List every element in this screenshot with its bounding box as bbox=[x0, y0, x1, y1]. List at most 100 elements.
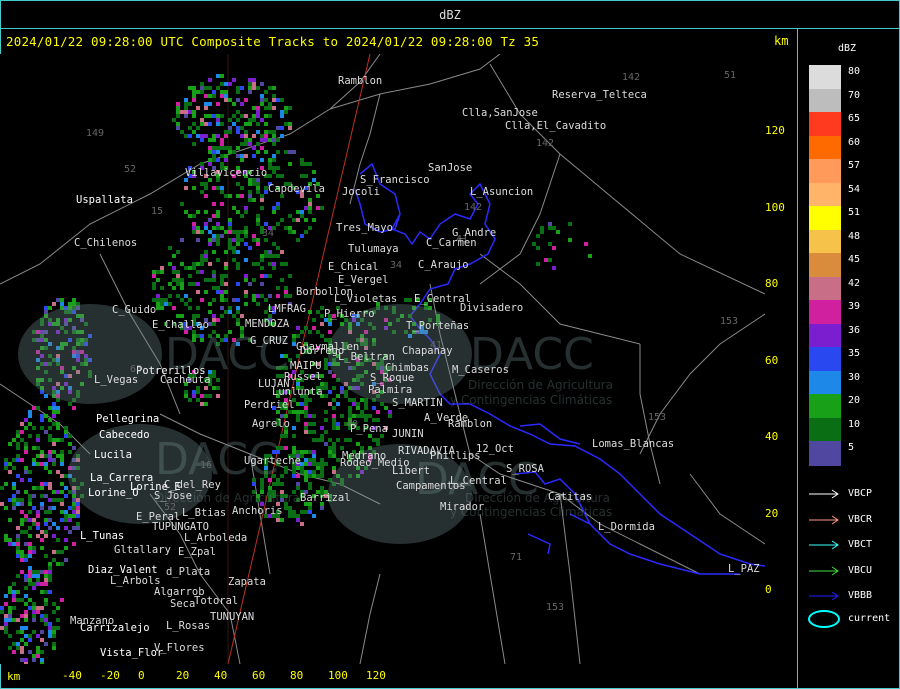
legend-value-36: 36 bbox=[848, 324, 861, 336]
x-tick-label: 0 bbox=[138, 669, 145, 682]
track-label: VBCT bbox=[848, 539, 873, 550]
x-axis: -40 -20 0 20 40 60 80 100 120 bbox=[0, 664, 797, 688]
city-label: Reserva_Telteca bbox=[552, 89, 647, 101]
watermark-line2: y Contingencias Climáticas bbox=[450, 393, 612, 407]
city-label: Phillips bbox=[430, 450, 481, 462]
city-label: Clla,SanJose bbox=[462, 107, 538, 119]
legend-value-57: 57 bbox=[848, 160, 861, 171]
x-tick-label: 120 bbox=[366, 669, 386, 682]
city-label: L_Rosas bbox=[166, 620, 210, 632]
city-label: E_Challao bbox=[152, 319, 209, 331]
city-label: Totoral bbox=[194, 595, 238, 607]
city-label: Potrerillos bbox=[136, 365, 206, 377]
city-label: L_Arboleda bbox=[184, 532, 247, 544]
city-label: C_Carmen bbox=[426, 237, 477, 249]
legend-color-70 bbox=[809, 88, 841, 114]
route-number-label: 153 bbox=[720, 316, 738, 327]
legend-color-20 bbox=[809, 394, 841, 419]
city-label: Agrelo bbox=[252, 418, 290, 430]
city-label: Russel bbox=[284, 371, 322, 383]
legend-value-5: 5 bbox=[848, 442, 855, 453]
legend-color-39 bbox=[809, 300, 841, 325]
city-label: d_Plata bbox=[166, 566, 210, 578]
city-label: Libert bbox=[392, 465, 430, 477]
city-label: G_CRUZ bbox=[250, 335, 288, 347]
city-label: M_Caseros bbox=[452, 364, 509, 376]
city-label: Mirador bbox=[440, 501, 484, 513]
city-label: Manzano bbox=[70, 615, 114, 627]
legend-value-45: 45 bbox=[848, 254, 861, 265]
track-label: VBCU bbox=[848, 564, 873, 576]
city-label: Vista_Flor bbox=[100, 647, 163, 659]
legend-panel: dBZ 80 70 65 60 57 54 51 48 45 42 39 36 35 30 20 10 5 VB… bbox=[797, 29, 900, 688]
x-tick-label: -20 bbox=[100, 669, 120, 682]
city-label: Catitas bbox=[548, 491, 592, 503]
route-number-label: 153 bbox=[546, 602, 564, 613]
city-label: Anchoris bbox=[232, 505, 283, 517]
city-label: Tulumaya bbox=[348, 243, 399, 255]
top-bar: dBZ bbox=[1, 1, 899, 29]
city-label: E_Vergel bbox=[338, 274, 389, 286]
city-label: Palmira bbox=[368, 384, 412, 396]
watermark-line1: Dirección de Agricultura bbox=[468, 378, 613, 392]
city-label: Ramblon bbox=[448, 418, 492, 430]
radar-map-svg[interactable]: DACC DACC Dirección de Agricultura y Con… bbox=[0, 54, 765, 664]
city-label: Lunlunta bbox=[272, 386, 323, 398]
legend-title: dBZ bbox=[838, 43, 857, 54]
arrow-icon bbox=[809, 489, 839, 499]
city-label: P_Pena bbox=[350, 423, 388, 435]
city-label: Gltallary bbox=[114, 544, 171, 556]
city-label: C_Araujo bbox=[418, 259, 469, 271]
route-number-label: 153 bbox=[648, 412, 666, 423]
radar-map[interactable]: DACC DACC Dirección de Agricultura y Con… bbox=[0, 54, 765, 664]
route-number-label: 142 bbox=[622, 72, 640, 83]
arrow-icon bbox=[809, 515, 839, 524]
legend-value-39: 39 bbox=[848, 301, 861, 312]
y-tick-label: 0 bbox=[765, 583, 772, 596]
city-label: MENDOZA bbox=[245, 318, 290, 330]
city-label: Lorine_O bbox=[88, 487, 139, 499]
legend-value-48: 48 bbox=[848, 230, 861, 242]
composite-title: 2024/01/22 09:28:00 UTC Composite Tracks… bbox=[6, 34, 540, 49]
city-label: Clla,El_Cavadito bbox=[505, 120, 606, 132]
legend-color-57 bbox=[809, 159, 841, 184]
track-label: VBCR bbox=[848, 513, 873, 525]
legend-color-60 bbox=[809, 135, 841, 161]
legend-value-70: 70 bbox=[848, 89, 861, 101]
city-label: S_Jose bbox=[154, 490, 192, 502]
legend-value-42: 42 bbox=[848, 277, 861, 289]
legend-color-45 bbox=[809, 253, 841, 278]
route-number-label: 52 bbox=[124, 164, 136, 175]
city-label: Perdriel bbox=[244, 399, 295, 411]
city-label: T_Porteñas bbox=[406, 320, 469, 332]
city-label: L_Btias bbox=[182, 507, 226, 519]
city-label: TUNUYAN bbox=[210, 611, 254, 623]
legend-color-35 bbox=[809, 347, 841, 372]
city-label: SanJose bbox=[428, 162, 472, 174]
city-label: Villavicencio bbox=[185, 167, 267, 179]
y-tick-label: 100 bbox=[765, 200, 785, 214]
city-label: S_Francisco bbox=[360, 174, 430, 186]
legend-value-35: 35 bbox=[848, 348, 861, 359]
legend-value-20: 20 bbox=[848, 395, 861, 406]
current-label: current bbox=[848, 613, 891, 624]
legend-value-54: 54 bbox=[848, 183, 861, 195]
city-label: Ramblon bbox=[338, 75, 382, 87]
city-label: E_Chical bbox=[328, 261, 379, 273]
city-label: Barrizal bbox=[300, 492, 351, 504]
top-bar-title: dBZ bbox=[439, 7, 461, 22]
x-tick-label: 40 bbox=[214, 669, 228, 682]
city-label: Divisadero bbox=[460, 302, 523, 314]
city-label: L_Violetas bbox=[334, 293, 397, 305]
legend-color-80 bbox=[809, 65, 841, 90]
route-number-label: 34 bbox=[390, 260, 402, 271]
city-label: L_Dormida bbox=[598, 521, 655, 533]
city-label: Zapata bbox=[228, 576, 266, 588]
city-label: C_Guido bbox=[112, 304, 156, 316]
route-number-label: 15 bbox=[151, 206, 163, 217]
legend-color-48 bbox=[809, 229, 841, 255]
city-label: L_Tunas bbox=[80, 530, 124, 542]
legend-value-10: 10 bbox=[848, 418, 861, 430]
current-ellipse-icon bbox=[808, 610, 840, 628]
city-label: S_MARTIN bbox=[392, 397, 443, 409]
